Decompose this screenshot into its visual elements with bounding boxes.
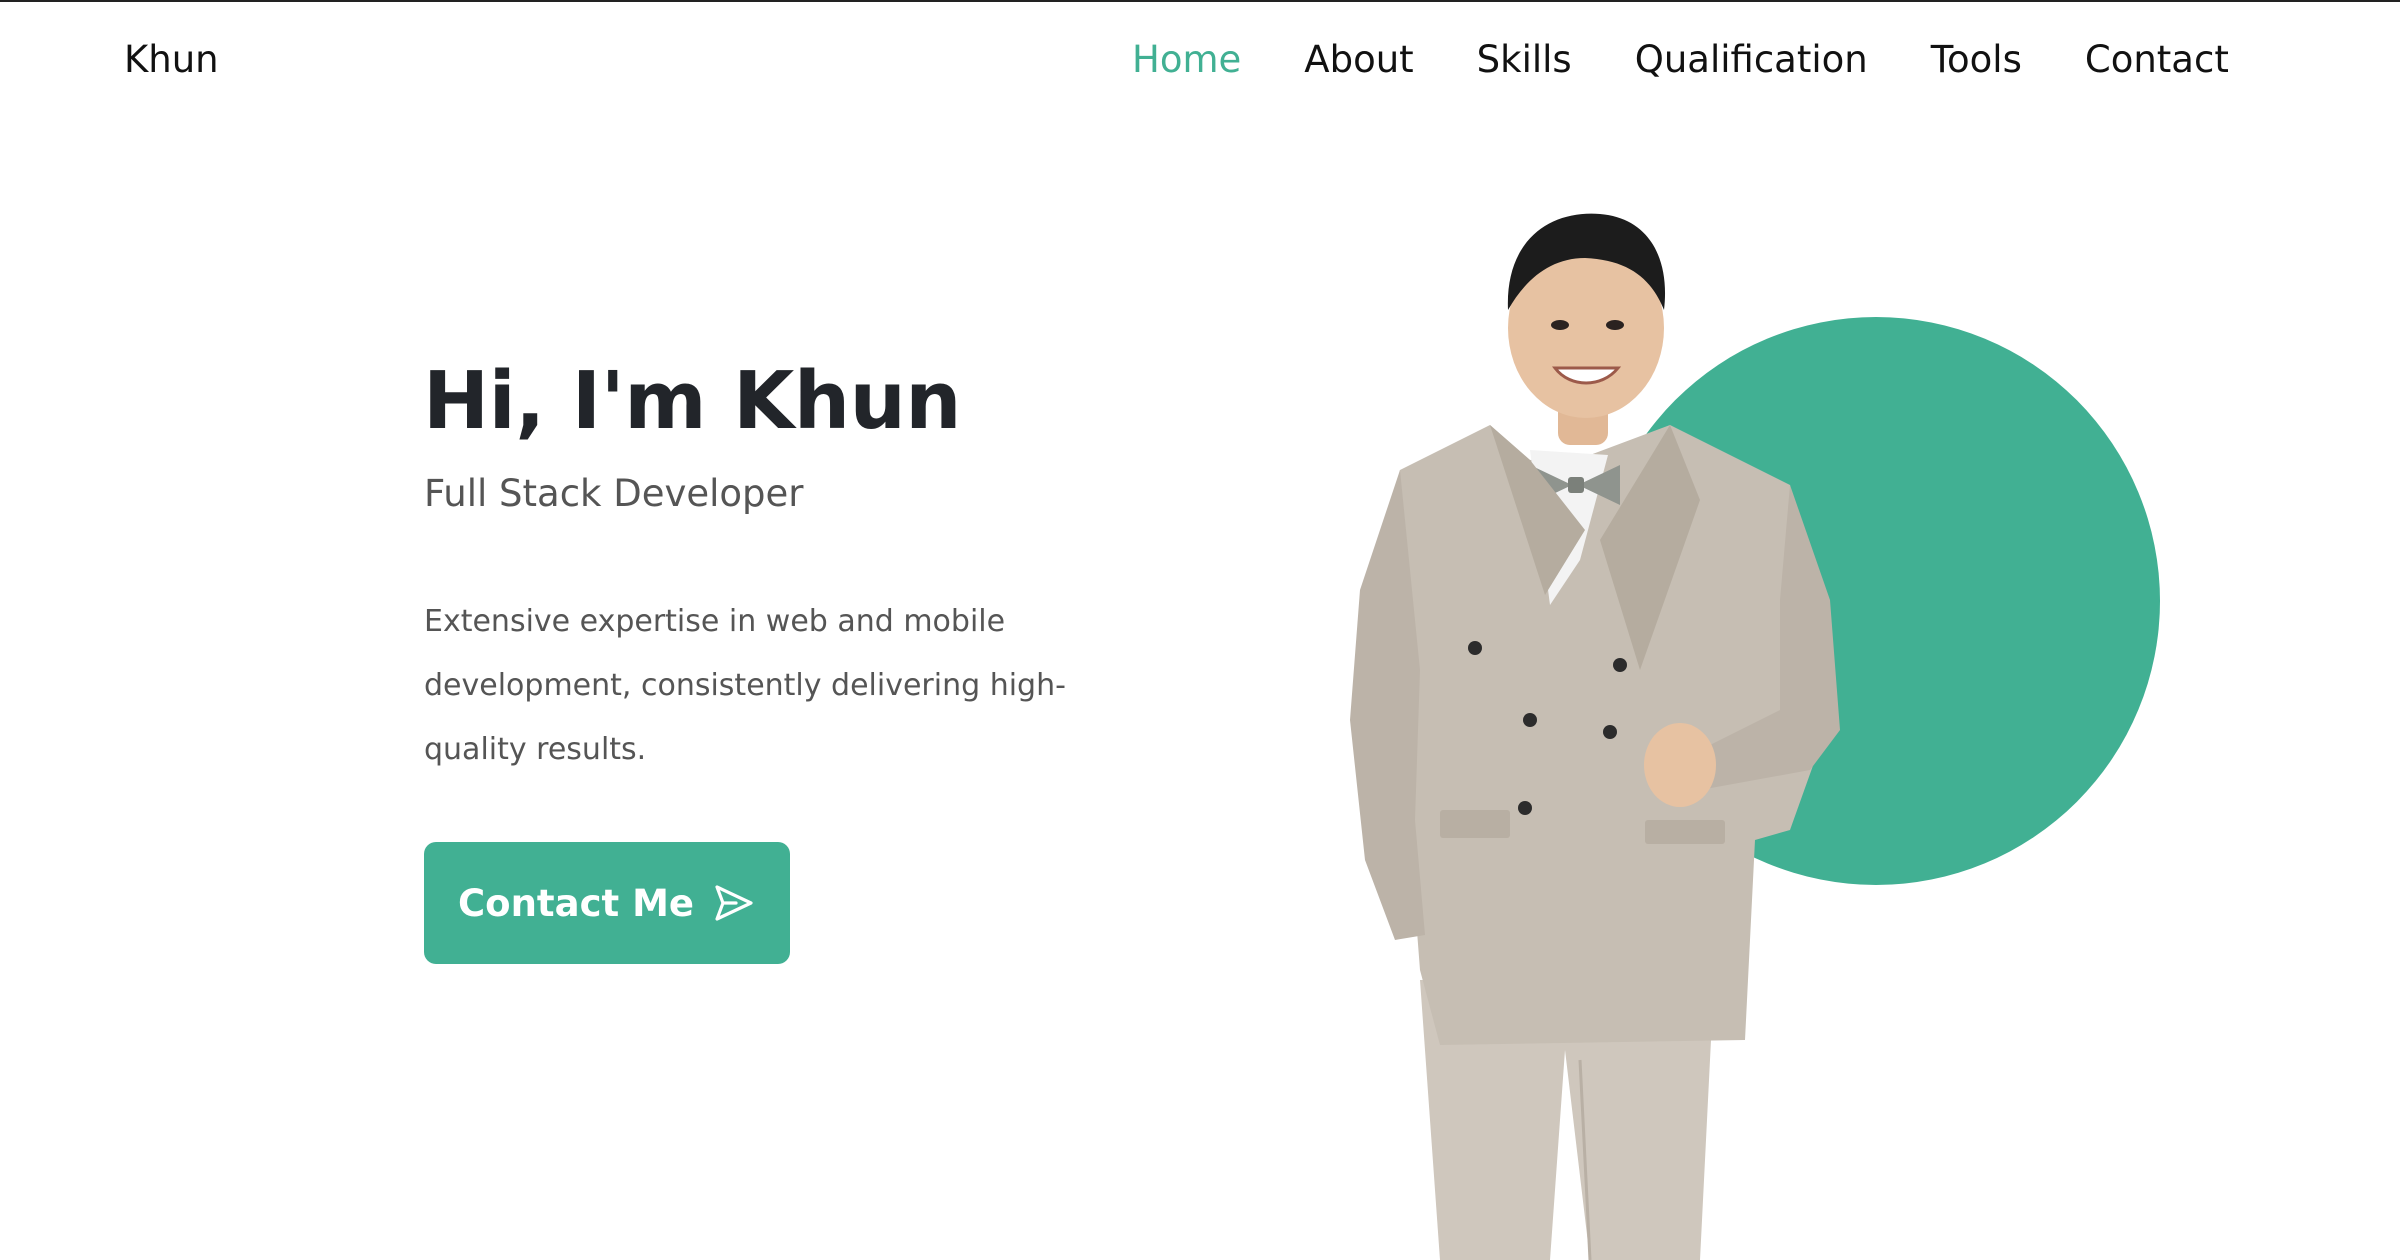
contact-me-label: Contact Me [458,881,694,925]
main-nav: Home About Skills Qualification Tools Co… [1132,38,2229,81]
hero-subtitle: Full Stack Developer [424,472,804,515]
site-header: Khun Home About Skills Qualification Too… [0,0,2400,124]
send-icon [712,881,756,925]
nav-qualification[interactable]: Qualification [1635,38,1868,81]
nav-contact[interactable]: Contact [2085,38,2229,81]
contact-me-button[interactable]: Contact Me [424,842,790,964]
hero-description: Extensive expertise in web and mobile de… [424,604,1066,767]
nav-skills[interactable]: Skills [1477,38,1572,81]
nav-about[interactable]: About [1304,38,1413,81]
nav-tools[interactable]: Tools [1931,38,2022,81]
profile-photo [1350,213,1840,1260]
hero-title: Hi, I'm Khun [423,355,962,447]
brand-logo[interactable]: Khun [124,38,219,81]
nav-home[interactable]: Home [1132,38,1241,81]
